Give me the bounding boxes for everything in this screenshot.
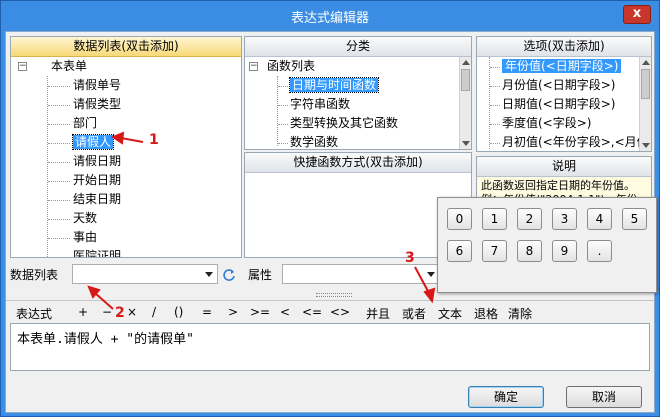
annotation-arrow-1 bbox=[120, 137, 144, 143]
annotation-arrow-1-head bbox=[110, 131, 125, 145]
annotation-3: 3 bbox=[405, 250, 415, 266]
annotation-1: 1 bbox=[149, 132, 159, 148]
expression-editor-window: 表达式编辑器 x 数据列表(双击添加) − 本表单 请假单号 请假类型 部门 请假人请… bbox=[0, 0, 660, 417]
annotation-2: 2 bbox=[115, 305, 125, 321]
annotation-arrow-3-head bbox=[423, 287, 436, 304]
annotation-arrow-3 bbox=[414, 266, 430, 294]
annotation-arrow-2 bbox=[94, 292, 114, 310]
annotation-arrows bbox=[87, 131, 436, 310]
